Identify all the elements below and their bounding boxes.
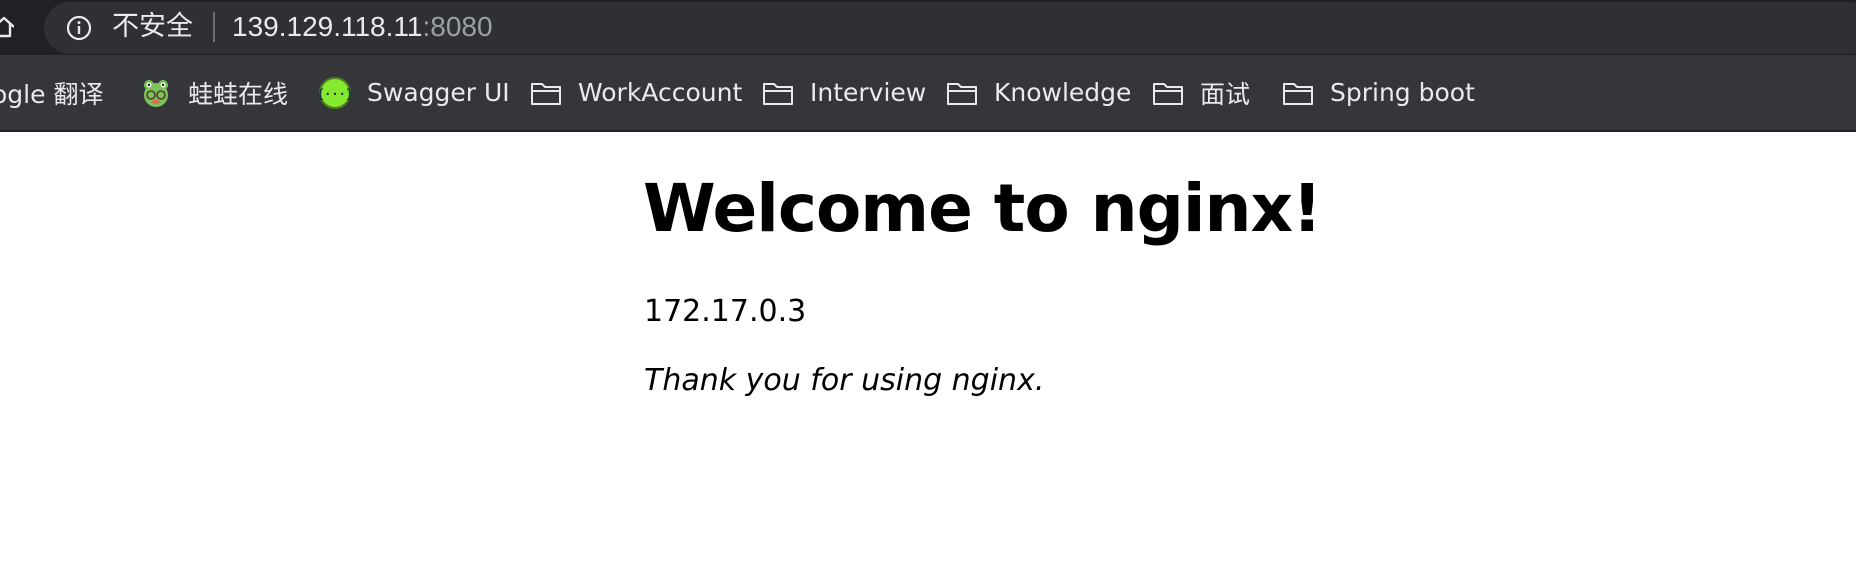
bookmark-swagger-ui[interactable]: {···} Swagger UI [319,55,510,130]
frog-avatar-icon [144,79,168,107]
folder-icon [947,82,977,105]
bookmarks-bar: ogle 翻译 蛙蛙在线 {···} Swagger UI WorkAccoun [0,55,1856,132]
page-content: Welcome to nginx! 172.17.0.3 Thank you f… [0,132,1856,574]
bookmark-label: 面试 [1200,79,1251,109]
server-ip: 172.17.0.3 [644,294,807,329]
svg-text:{···}: {···} [319,87,351,101]
bookmark-label: WorkAccount [578,78,743,107]
bookmark-wawa-online[interactable]: 蛙蛙在线 [140,55,288,130]
omnibox-divider [213,12,215,42]
bookmark-google-translate[interactable]: ogle 翻译 [0,55,103,130]
bookmark-workaccount[interactable]: WorkAccount [530,55,742,130]
folder-icon [1283,82,1313,105]
bookmark-label: 蛙蛙在线 [188,79,289,109]
info-icon[interactable] [66,15,92,41]
bookmark-label: Swagger UI [367,78,510,107]
bookmark-spring-boot[interactable]: Spring boot [1282,55,1475,130]
bookmark-knowledge[interactable]: Knowledge [946,55,1131,130]
folder-icon [763,82,793,105]
browser-toolbar: 不安全 139.129.118.11:8080 [0,0,1856,55]
thank-you-message: Thank you for using nginx. [644,363,1045,398]
bookmark-interview[interactable]: Interview [762,55,926,130]
folder-icon [531,82,561,105]
home-icon[interactable] [0,14,15,40]
url-port: :8080 [422,11,493,42]
swagger-icon: {···} [319,76,351,109]
bookmark-label: Interview [810,78,927,107]
url-host: 139.129.118.11 [232,11,423,42]
bookmark-label: Knowledge [994,78,1132,107]
folder-icon [1153,82,1183,105]
bookmark-interview-cn[interactable]: 面试 [1152,55,1250,130]
url-text[interactable]: 139.129.118.11:8080 [232,8,493,46]
bookmark-label: ogle 翻译 [0,79,104,109]
bookmark-label: Spring boot [1330,78,1475,107]
not-secure-label[interactable]: 不安全 [112,10,193,44]
page-title: Welcome to nginx! [643,170,1322,247]
